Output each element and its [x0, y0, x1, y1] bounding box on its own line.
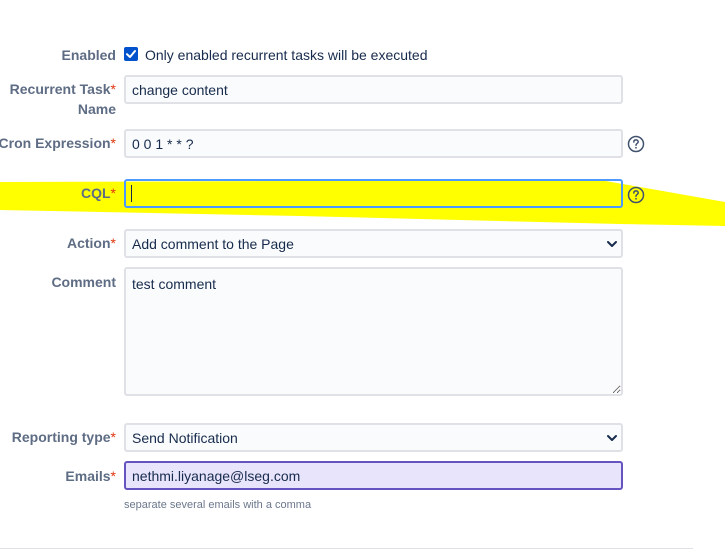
checkbox-checked-icon	[124, 47, 138, 61]
cql-input[interactable]	[124, 179, 623, 208]
question-circle-icon[interactable]	[627, 135, 645, 153]
reporting-type-select[interactable]: Send Notification	[124, 423, 623, 452]
task-name-label: Recurrent Task* Name	[9, 81, 116, 117]
action-select[interactable]: Add comment to the Page	[124, 229, 623, 258]
enabled-label: Enabled	[61, 47, 116, 63]
comment-textarea[interactable]: test comment	[124, 267, 623, 396]
form-divider	[0, 548, 693, 549]
text-cursor	[131, 185, 132, 202]
cron-input[interactable]	[124, 129, 623, 158]
task-name-input[interactable]	[124, 75, 623, 104]
emails-hint: separate several emails with a comma	[124, 499, 312, 511]
question-circle-icon[interactable]	[627, 186, 645, 204]
cron-label: Cron Expression*	[0, 135, 116, 151]
reporting-type-label: Reporting type*	[11, 429, 116, 445]
emails-label: Emails*	[65, 468, 116, 484]
comment-label: Comment	[51, 274, 116, 290]
cql-label: CQL*	[80, 185, 116, 201]
action-label: Action*	[66, 235, 116, 251]
emails-input[interactable]	[124, 461, 623, 490]
enabled-checkbox[interactable]	[124, 47, 138, 61]
enabled-description: Only enabled recurrent tasks will be exe…	[145, 47, 428, 63]
